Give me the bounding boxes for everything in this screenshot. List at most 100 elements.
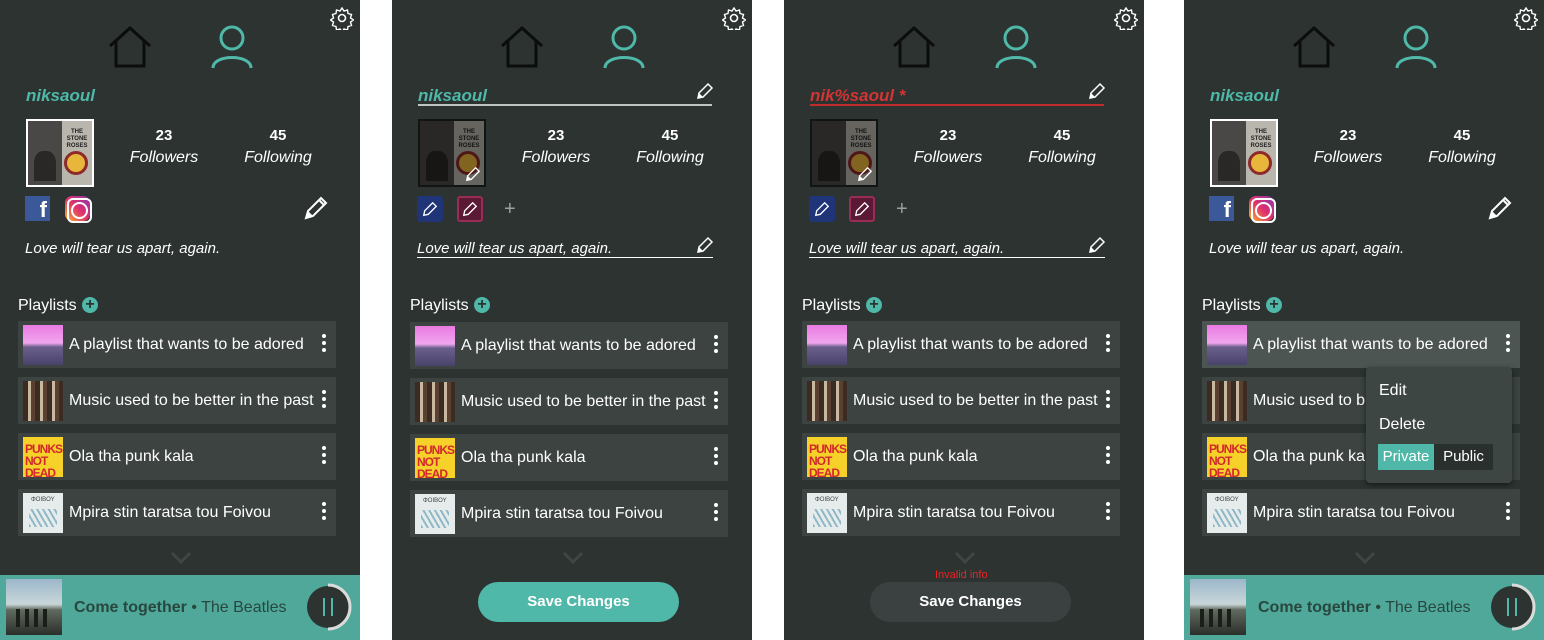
more-vert-icon[interactable] <box>712 391 720 413</box>
playlist-title: Music used to be better in the past <box>69 392 314 409</box>
menu-delete[interactable]: Delete <box>1379 416 1425 434</box>
avatar[interactable]: THE STONE ROSES <box>810 119 878 187</box>
instagram-icon[interactable] <box>1249 196 1276 223</box>
playlist-row[interactable]: PUNKS NOT DEAD Ola tha punk kala <box>18 433 336 480</box>
playlist-row[interactable]: ΦΟΙΒΟΥ Mpira stin taratsa tou Foivou <box>1202 489 1520 536</box>
followers-stat[interactable]: 23 Followers <box>898 127 998 167</box>
avatar-cover-text: THE STONE ROSES <box>850 129 872 149</box>
playlist-row[interactable]: Music used to be better in the past <box>18 377 336 424</box>
add-social-button[interactable]: + <box>896 198 908 221</box>
save-changes-button[interactable]: Save Changes <box>870 582 1071 622</box>
sketch-cover-text: ΦΟΙΒΟΥ <box>423 498 447 504</box>
more-vert-icon[interactable] <box>1104 334 1112 356</box>
following-stat[interactable]: 45 Following <box>1412 127 1512 167</box>
add-playlist-button[interactable]: + <box>866 297 882 313</box>
playlist-row[interactable]: A playlist that wants to be adored <box>410 322 728 369</box>
bio-field[interactable]: Love will tear us apart, again. <box>809 240 1004 257</box>
edit-facebook-button[interactable] <box>809 196 835 222</box>
playlist-row[interactable]: ΦΟΙΒΟΥ Mpira stin taratsa tou Foivou <box>18 489 336 536</box>
more-vert-icon[interactable] <box>320 390 328 412</box>
chevron-down-icon[interactable] <box>170 551 192 565</box>
following-stat[interactable]: 45 Following <box>1012 127 1112 167</box>
add-social-button[interactable]: + <box>504 198 516 221</box>
following-stat[interactable]: 45 Following <box>228 127 328 167</box>
user-icon[interactable] <box>1392 24 1440 70</box>
followers-label: Followers <box>1313 149 1383 166</box>
pencil-icon[interactable] <box>696 82 714 100</box>
pencil-icon[interactable] <box>857 166 873 182</box>
username-field[interactable]: nik%saoul * <box>810 86 905 106</box>
more-vert-icon[interactable] <box>320 334 328 356</box>
more-vert-icon[interactable] <box>320 446 328 468</box>
home-icon[interactable] <box>1290 24 1338 70</box>
edit-facebook-button[interactable] <box>417 196 443 222</box>
pencil-icon[interactable] <box>1088 236 1106 254</box>
username: niksaoul <box>26 86 95 105</box>
playlist-row[interactable]: PUNKS NOT DEAD Ola tha punk kala <box>802 433 1120 480</box>
chevron-down-icon[interactable] <box>954 551 976 565</box>
bio-underline <box>809 257 1105 258</box>
avatar-cover-text: THE STONE ROSES <box>458 129 480 149</box>
save-changes-button[interactable]: Save Changes <box>478 582 679 622</box>
facebook-icon[interactable]: f <box>25 196 50 222</box>
more-vert-icon[interactable] <box>1104 390 1112 412</box>
playlist-row[interactable]: ΦΟΙΒΟΥ Mpira stin taratsa tou Foivou <box>410 490 728 537</box>
home-icon[interactable] <box>106 24 154 70</box>
add-playlist-button[interactable]: + <box>82 297 98 313</box>
playlist-row[interactable]: PUNKS NOT DEAD Ola tha punk kala <box>410 434 728 481</box>
pause-icon[interactable] <box>1488 583 1536 631</box>
playlist-row[interactable]: Music used to be better in the past <box>802 377 1120 424</box>
more-vert-icon[interactable] <box>712 447 720 469</box>
edit-instagram-button[interactable] <box>849 196 875 222</box>
pencil-icon[interactable] <box>302 194 330 222</box>
top-nav <box>0 24 360 70</box>
playlist-row-selected[interactable]: A playlist that wants to be adored <box>1202 321 1520 368</box>
bio-field[interactable]: Love will tear us apart, again. <box>417 240 612 257</box>
home-icon[interactable] <box>890 24 938 70</box>
user-icon[interactable] <box>992 24 1040 70</box>
more-vert-icon[interactable] <box>1104 446 1112 468</box>
pause-icon[interactable] <box>304 583 352 631</box>
playlist-cover <box>1207 325 1247 365</box>
more-vert-icon[interactable] <box>320 502 328 524</box>
menu-edit[interactable]: Edit <box>1379 382 1407 400</box>
pencil-icon[interactable] <box>465 166 481 182</box>
more-vert-icon[interactable] <box>712 503 720 525</box>
playlist-title: Mpira stin taratsa tou Foivou <box>69 504 271 521</box>
edit-instagram-button[interactable] <box>457 196 483 222</box>
pencil-icon[interactable] <box>696 236 714 254</box>
user-icon[interactable] <box>208 24 256 70</box>
followers-count: 23 <box>155 127 173 144</box>
playlist-title: Mpira stin taratsa tou Foivou <box>461 505 663 522</box>
user-icon[interactable] <box>600 24 648 70</box>
home-icon[interactable] <box>498 24 546 70</box>
more-vert-icon[interactable] <box>1504 502 1512 524</box>
facebook-icon[interactable]: f <box>1209 196 1234 222</box>
pencil-icon <box>422 201 438 217</box>
add-playlist-button[interactable]: + <box>474 297 490 313</box>
more-vert-icon[interactable] <box>712 335 720 357</box>
playlist-row[interactable]: A playlist that wants to be adored <box>18 321 336 368</box>
invalid-info-message: Invalid info <box>935 569 988 581</box>
pencil-icon[interactable] <box>1088 82 1106 100</box>
public-option[interactable]: Public <box>1434 444 1493 470</box>
followers-stat[interactable]: 23 Followers <box>114 127 214 167</box>
followers-stat[interactable]: 23 Followers <box>506 127 606 167</box>
more-vert-icon[interactable] <box>1104 502 1112 524</box>
more-vert-icon[interactable] <box>1504 334 1512 356</box>
private-option[interactable]: Private <box>1378 444 1434 470</box>
following-stat[interactable]: 45 Following <box>620 127 720 167</box>
playlist-row[interactable]: A playlist that wants to be adored <box>802 321 1120 368</box>
add-playlist-button[interactable]: + <box>1266 297 1282 313</box>
playlist-row[interactable]: ΦΟΙΒΟΥ Mpira stin taratsa tou Foivou <box>802 489 1120 536</box>
chevron-down-icon[interactable] <box>1354 551 1376 565</box>
playlist-row[interactable]: Music used to be better in the past <box>410 378 728 425</box>
username-field[interactable]: niksaoul <box>418 86 487 106</box>
avatar[interactable]: THE STONE ROSES <box>418 119 486 187</box>
instagram-icon[interactable] <box>65 196 92 223</box>
playlist-cover <box>807 325 847 365</box>
pencil-icon[interactable] <box>1486 194 1514 222</box>
playlist-cover: ΦΟΙΒΟΥ <box>1207 493 1247 533</box>
followers-stat[interactable]: 23 Followers <box>1298 127 1398 167</box>
chevron-down-icon[interactable] <box>562 551 584 565</box>
